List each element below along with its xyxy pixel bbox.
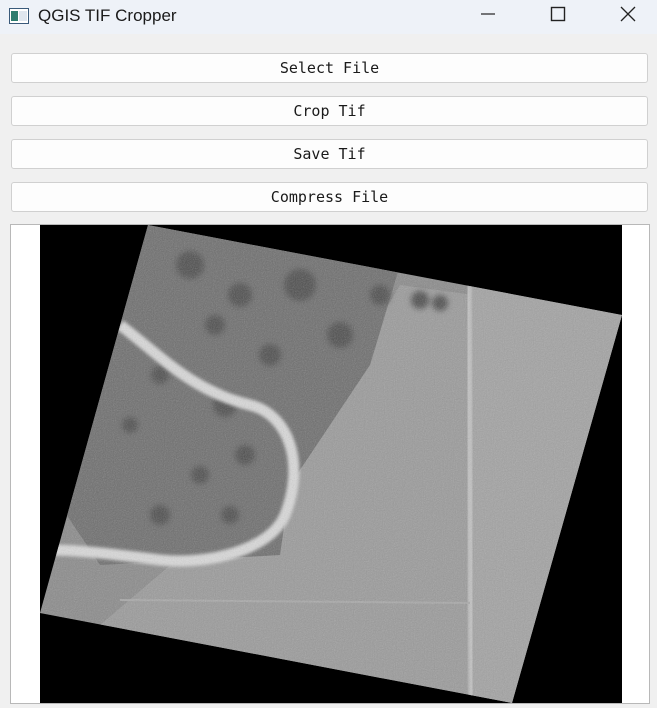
raster-canvas (40, 225, 622, 703)
image-viewer (10, 224, 650, 704)
title-bar: QGIS TIF Cropper (0, 0, 657, 34)
compress-file-button[interactable]: Compress File (11, 182, 648, 212)
save-tif-button[interactable]: Save Tif (11, 139, 648, 169)
select-file-button[interactable]: Select File (11, 53, 648, 83)
crop-tif-button[interactable]: Crop Tif (11, 96, 648, 126)
close-icon (620, 6, 636, 26)
app-window-icon (9, 8, 29, 24)
close-button[interactable] (605, 0, 651, 32)
maximize-button[interactable] (535, 0, 581, 32)
window-title: QGIS TIF Cropper (38, 6, 177, 25)
minimize-icon (480, 6, 496, 26)
aerial-raster-image (40, 225, 622, 703)
maximize-icon (550, 6, 566, 26)
minimize-button[interactable] (465, 0, 511, 32)
